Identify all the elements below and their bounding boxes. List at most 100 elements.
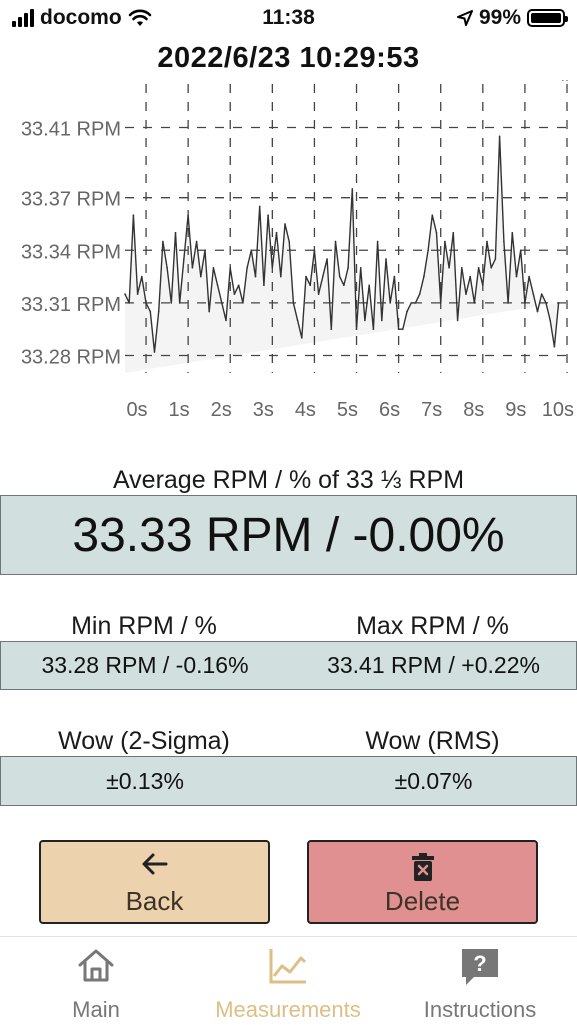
rpm-area-fill	[125, 136, 559, 373]
average-value: 33.33 RPM / -0.00%	[72, 509, 505, 562]
rpm-point	[124, 293, 126, 295]
average-label: Average RPM / % of 33 ⅓ RPM	[112, 466, 465, 494]
rpm-point	[431, 214, 434, 216]
rpm-point	[351, 188, 354, 190]
rpm-point	[359, 267, 362, 269]
rpm-point	[557, 302, 560, 304]
rpm-point	[301, 337, 303, 339]
measurement-timestamp: 2022/6/23 10:29:53	[157, 42, 420, 74]
svg-text:?: ?	[473, 951, 486, 976]
rpm-point	[195, 240, 198, 243]
rpm-point	[372, 328, 375, 330]
rpm-point	[221, 302, 223, 304]
rpm-point	[208, 310, 210, 313]
rpm-point	[444, 240, 446, 243]
rpm-point	[309, 284, 312, 287]
y-tick-label: 33.41 RPM	[21, 119, 121, 141]
trash-icon	[411, 853, 434, 881]
rpm-point	[267, 214, 269, 216]
tab-bar: Main Measurements ? Instructions	[0, 936, 577, 1025]
tab-main[interactable]: Main	[0, 937, 192, 1025]
rpm-point	[162, 240, 164, 243]
rpm-point	[494, 258, 497, 260]
x-tick-label: 1s	[169, 399, 190, 421]
rpm-point	[326, 258, 328, 260]
rpm-point	[540, 293, 543, 295]
rpm-point	[237, 284, 240, 287]
battery-icon	[527, 9, 568, 27]
rpm-point	[511, 231, 514, 234]
rpm-point	[157, 310, 160, 313]
rpm-point	[406, 310, 408, 313]
tab-instructions[interactable]: ? Instructions	[384, 937, 576, 1025]
battery-percent: 99%	[478, 6, 521, 29]
rpm-point	[145, 302, 147, 304]
tab-measurements-label: Measurements	[215, 997, 361, 1022]
rpm-point	[280, 275, 282, 278]
x-tick-label: 2s	[211, 399, 232, 421]
rpm-point	[242, 302, 244, 304]
x-tick-label: 9s	[505, 399, 526, 421]
max-value: 33.41 RPM / +0.22%	[327, 652, 540, 678]
rpm-point	[153, 351, 156, 353]
rpm-point	[343, 284, 345, 287]
rpm-point	[334, 240, 337, 243]
rpm-point	[553, 345, 556, 348]
x-tick-label: 7s	[421, 399, 442, 421]
rpm-point	[410, 302, 413, 304]
rpm-point	[473, 302, 476, 304]
rpm-point	[461, 267, 463, 269]
rpm-point	[183, 258, 185, 260]
rpm-point	[469, 275, 472, 278]
rpm-point	[376, 240, 379, 243]
rpm-point	[490, 267, 493, 269]
rpm-point	[305, 275, 307, 278]
rpm-point	[178, 302, 181, 304]
rpm-point	[271, 267, 274, 269]
rpm-point	[225, 319, 227, 322]
rpm-point	[166, 267, 168, 269]
rpm-point	[549, 319, 551, 322]
y-tick-label: 33.34 RPM	[21, 241, 121, 263]
rpm-point	[519, 249, 522, 252]
rpm-point	[292, 302, 295, 304]
rpm-point	[338, 275, 341, 278]
rpm-chart: 33.41 RPM 33.37 RPM 33.34 RPM 33.31 RPM 33.2…	[21, 80, 574, 421]
rpm-point	[545, 302, 547, 304]
rpm-point	[418, 293, 421, 295]
back-button[interactable]: Back	[39, 840, 270, 924]
y-tick-label: 33.28 RPM	[21, 346, 121, 368]
wow-rms-label: Wow (RMS)	[365, 727, 500, 755]
rpm-point	[393, 275, 396, 278]
status-right: 99%	[456, 6, 568, 30]
rpm-point	[448, 267, 450, 269]
rpm-point	[381, 319, 383, 322]
delete-button[interactable]: Delete	[307, 840, 538, 924]
rpm-point	[507, 302, 509, 304]
x-tick-label: 6s	[379, 399, 400, 421]
rpm-point	[355, 328, 358, 330]
tab-measurements[interactable]: Measurements	[192, 937, 384, 1025]
rpm-point	[452, 231, 455, 234]
x-tick-label: 0s	[126, 399, 147, 421]
min-max-panel: 33.28 RPM / -0.16% 33.41 RPM / +0.22%	[0, 641, 577, 690]
rpm-point	[200, 275, 202, 278]
rpm-point	[229, 267, 231, 269]
rpm-point	[536, 310, 539, 313]
rpm-point	[482, 284, 484, 287]
rpm-point	[330, 328, 333, 330]
rpm-point	[313, 249, 316, 252]
rpm-point	[532, 293, 535, 295]
status-bar: docomo 11:38 99%	[0, 0, 577, 36]
rpm-point	[389, 302, 392, 304]
tab-instructions-label: Instructions	[423, 997, 537, 1022]
rpm-point	[503, 240, 505, 243]
x-tick-label: 3s	[253, 399, 274, 421]
x-tick-label: 10s	[542, 399, 574, 421]
rpm-point	[263, 284, 265, 287]
rpm-point	[317, 293, 320, 295]
rpm-point	[288, 240, 291, 243]
rpm-point	[368, 284, 371, 287]
rpm-point	[456, 319, 459, 322]
rpm-point	[136, 293, 139, 295]
